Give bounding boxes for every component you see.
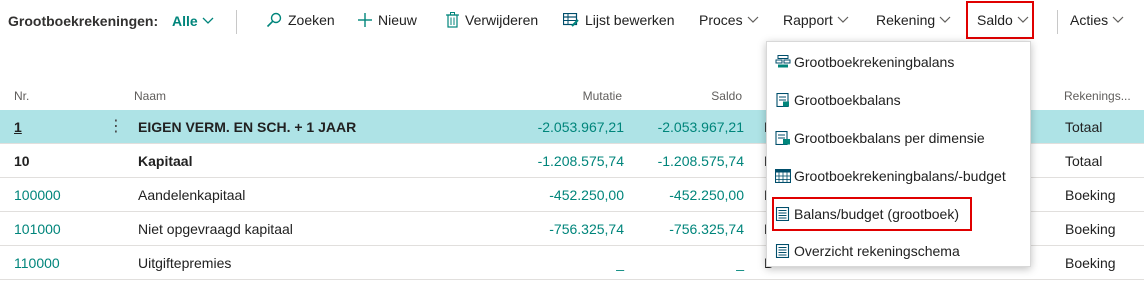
menu-item-account-balance[interactable]: Grootboekrekeningbalans [767,44,1030,80]
column-header-name[interactable]: Naam [134,89,166,103]
menu-item-label: Grootboekrekeningbalans [794,54,955,70]
column-header-balance[interactable]: Saldo [711,89,742,103]
chevron-down-icon [747,16,759,23]
actions-menu[interactable]: Acties [1070,12,1124,28]
row-mutation[interactable]: -1.208.575,74 [538,153,624,169]
row-menu-icon[interactable]: ⋮ [108,116,124,136]
row-account-type: Totaal [1065,153,1103,169]
row-nr[interactable]: 101000 [14,221,61,237]
actions-label: Acties [1070,12,1109,28]
row-balance[interactable]: _ [736,255,744,271]
menu-item-balance-by-dimension[interactable]: Grootboekbalans per dimensie [767,120,1030,156]
menu-item-label: Grootboekbalans per dimensie [794,130,985,146]
menu-item-balance-budget[interactable]: Grootboekrekeningbalans/-budget [767,158,1030,194]
row-nr[interactable]: 10 [14,153,30,169]
overview-sheet-icon [775,244,790,258]
menu-item-highlight [772,197,972,231]
row-account-type: Totaal [1065,119,1103,135]
process-label: Proces [699,12,743,28]
row-balance[interactable]: -2.053.967,21 [658,119,744,135]
chevron-down-icon [1112,16,1124,23]
row-balance[interactable]: -1.208.575,74 [658,153,744,169]
menu-item-label: Overzicht rekeningschema [794,243,960,259]
row-name: Kapitaal [138,153,193,169]
edit-list-label: Lijst bewerken [585,12,675,28]
trash-icon [446,12,459,28]
row-name: Uitgiftepremies [138,255,232,271]
row-mutation[interactable]: -2.053.967,21 [538,119,624,135]
view-filter-label: Alle [172,13,198,29]
search-label: Zoeken [288,12,335,28]
column-header-nr[interactable]: Nr. [14,89,29,103]
row-nr[interactable]: 1 [14,119,22,135]
search-icon [266,12,282,28]
action-bar: Grootboekrekeningen: Alle Zoeken Nieuw V… [0,0,1144,44]
row-mutation[interactable]: _ [616,255,624,271]
toolbar-divider [1057,10,1058,34]
row-account-type: Boeking [1065,255,1116,271]
row-mutation[interactable]: -756.325,74 [549,221,624,237]
column-header-account-type[interactable]: Rekenings... [1064,89,1131,103]
row-nr[interactable]: 100000 [14,187,61,203]
menu-item-label: Grootboekbalans [794,92,901,108]
account-menu[interactable]: Rekening [876,12,951,28]
row-account-type: Boeking [1065,221,1116,237]
column-header-mutation[interactable]: Mutatie [583,89,622,103]
delete-label: Verwijderen [465,12,539,28]
process-menu[interactable]: Proces [699,12,759,28]
account-label: Rekening [876,12,936,28]
chevron-down-icon [837,16,849,23]
view-filter-dropdown[interactable]: Alle [172,13,214,29]
balance-dropdown-menu: Grootboekrekeningbalans Grootboekbalans … [766,41,1031,267]
dimension-chart-icon [775,131,790,145]
row-name: Aandelenkapitaal [138,187,246,203]
plus-icon [358,13,372,27]
report-label: Rapport [783,12,833,28]
delete-button[interactable]: Verwijderen [446,12,538,28]
balance-menu-highlight [966,1,1034,39]
report-menu[interactable]: Rapport [783,12,849,28]
chevron-down-icon [939,16,951,23]
edit-list-button[interactable]: Lijst bewerken [563,12,675,28]
new-label: Nieuw [378,12,417,28]
row-mutation[interactable]: -452.250,00 [549,187,624,203]
row-nr[interactable]: 110000 [14,255,60,271]
menu-item-account-schedule-overview[interactable]: Overzicht rekeningschema [767,233,1030,269]
row-name: EIGEN VERM. EN SCH. + 1 JAAR [138,119,357,135]
chevron-down-icon [202,17,214,24]
row-account-type: Boeking [1065,187,1116,203]
new-button[interactable]: Nieuw [358,12,417,28]
toolbar-divider [236,10,237,34]
row-balance[interactable]: -452.250,00 [669,187,744,203]
row-balance[interactable]: -756.325,74 [669,221,744,237]
menu-item-ledger-balance[interactable]: Grootboekbalans [767,82,1030,118]
menu-item-label: Grootboekrekeningbalans/-budget [794,168,1006,184]
document-chart-icon [776,93,789,107]
budget-grid-icon [775,169,791,183]
balance-chart-icon [775,55,791,68]
page-title: Grootboekrekeningen: [8,13,159,29]
search-button[interactable]: Zoeken [266,12,335,28]
edit-list-icon [563,13,579,27]
row-name: Niet opgevraagd kapitaal [138,221,293,237]
